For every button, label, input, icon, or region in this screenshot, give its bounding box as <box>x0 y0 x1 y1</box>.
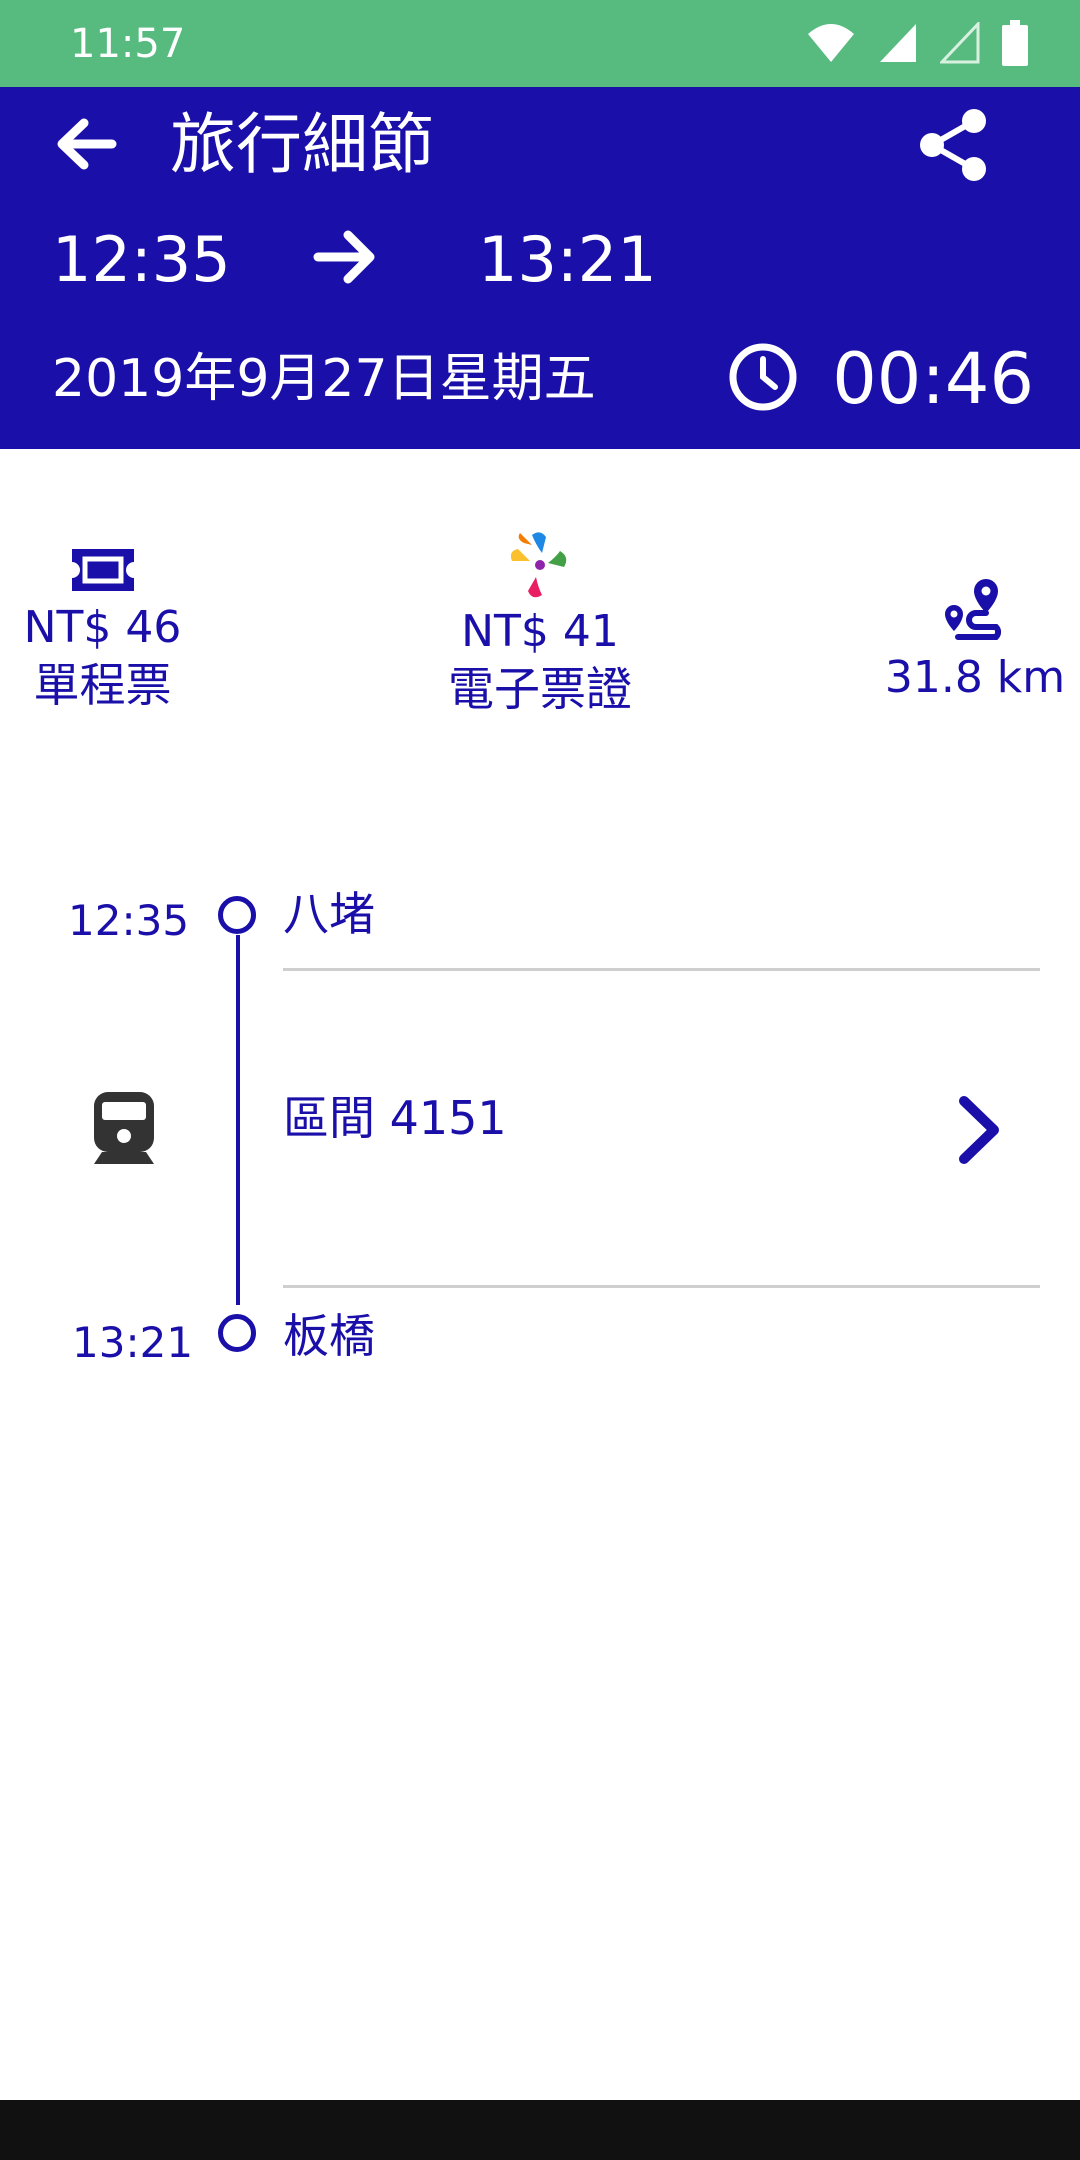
chevron-right-icon[interactable] <box>950 1095 1010 1165</box>
page-title: 旅行細節 <box>170 106 434 183</box>
e-ticket-price: NT$ 41 <box>461 606 619 657</box>
e-ticket-logo-icon <box>510 532 567 598</box>
back-arrow-icon[interactable] <box>50 109 120 179</box>
destination-node <box>218 1314 256 1352</box>
status-icons <box>806 20 1028 66</box>
signal-icon <box>880 24 916 62</box>
single-ticket-fare: NT$ 46 單程票 <box>10 545 195 715</box>
arrow-right-icon <box>313 230 375 284</box>
divider <box>283 968 1040 971</box>
clock-icon <box>729 343 797 411</box>
distance-value: 31.8 km <box>884 652 1066 703</box>
ticket-icon <box>71 549 134 591</box>
share-icon[interactable] <box>916 107 992 183</box>
destination-time: 13:21 <box>72 1318 194 1367</box>
route-distance: 31.8 km <box>880 575 1070 705</box>
single-ticket-price: NT$ 46 <box>23 602 182 653</box>
single-ticket-label: 單程票 <box>33 658 172 712</box>
trip-date: 2019年9月27日星期五 <box>52 349 596 409</box>
timeline-line <box>236 935 240 1305</box>
battery-icon <box>1002 20 1028 66</box>
trip-duration: 00:46 <box>832 338 1034 420</box>
route-icon <box>945 579 1002 640</box>
train-icon <box>94 1092 154 1164</box>
trip-header: 旅行細節 12:35 13:21 2019年9月27日星期五 00:46 <box>0 87 1080 449</box>
signal-empty-icon <box>940 22 980 64</box>
origin-node <box>218 896 256 934</box>
departure-time: 12:35 <box>52 223 231 296</box>
e-ticket-label: 電子票證 <box>448 662 632 716</box>
divider <box>283 1285 1040 1288</box>
e-ticket-fare: NT$ 41 電子票證 <box>420 527 660 719</box>
wifi-icon <box>808 24 854 62</box>
train-segment[interactable]: 區間 4151 <box>283 1040 1040 1220</box>
status-bar: 11:57 <box>0 0 1080 87</box>
arrival-time: 13:21 <box>478 223 657 296</box>
destination-station: 板橋 <box>283 1309 375 1363</box>
origin-time: 12:35 <box>68 896 190 945</box>
train-label: 區間 4151 <box>283 1091 507 1145</box>
navigation-bar <box>0 2100 1080 2160</box>
origin-station: 八堵 <box>283 887 375 941</box>
status-time: 11:57 <box>70 21 186 67</box>
